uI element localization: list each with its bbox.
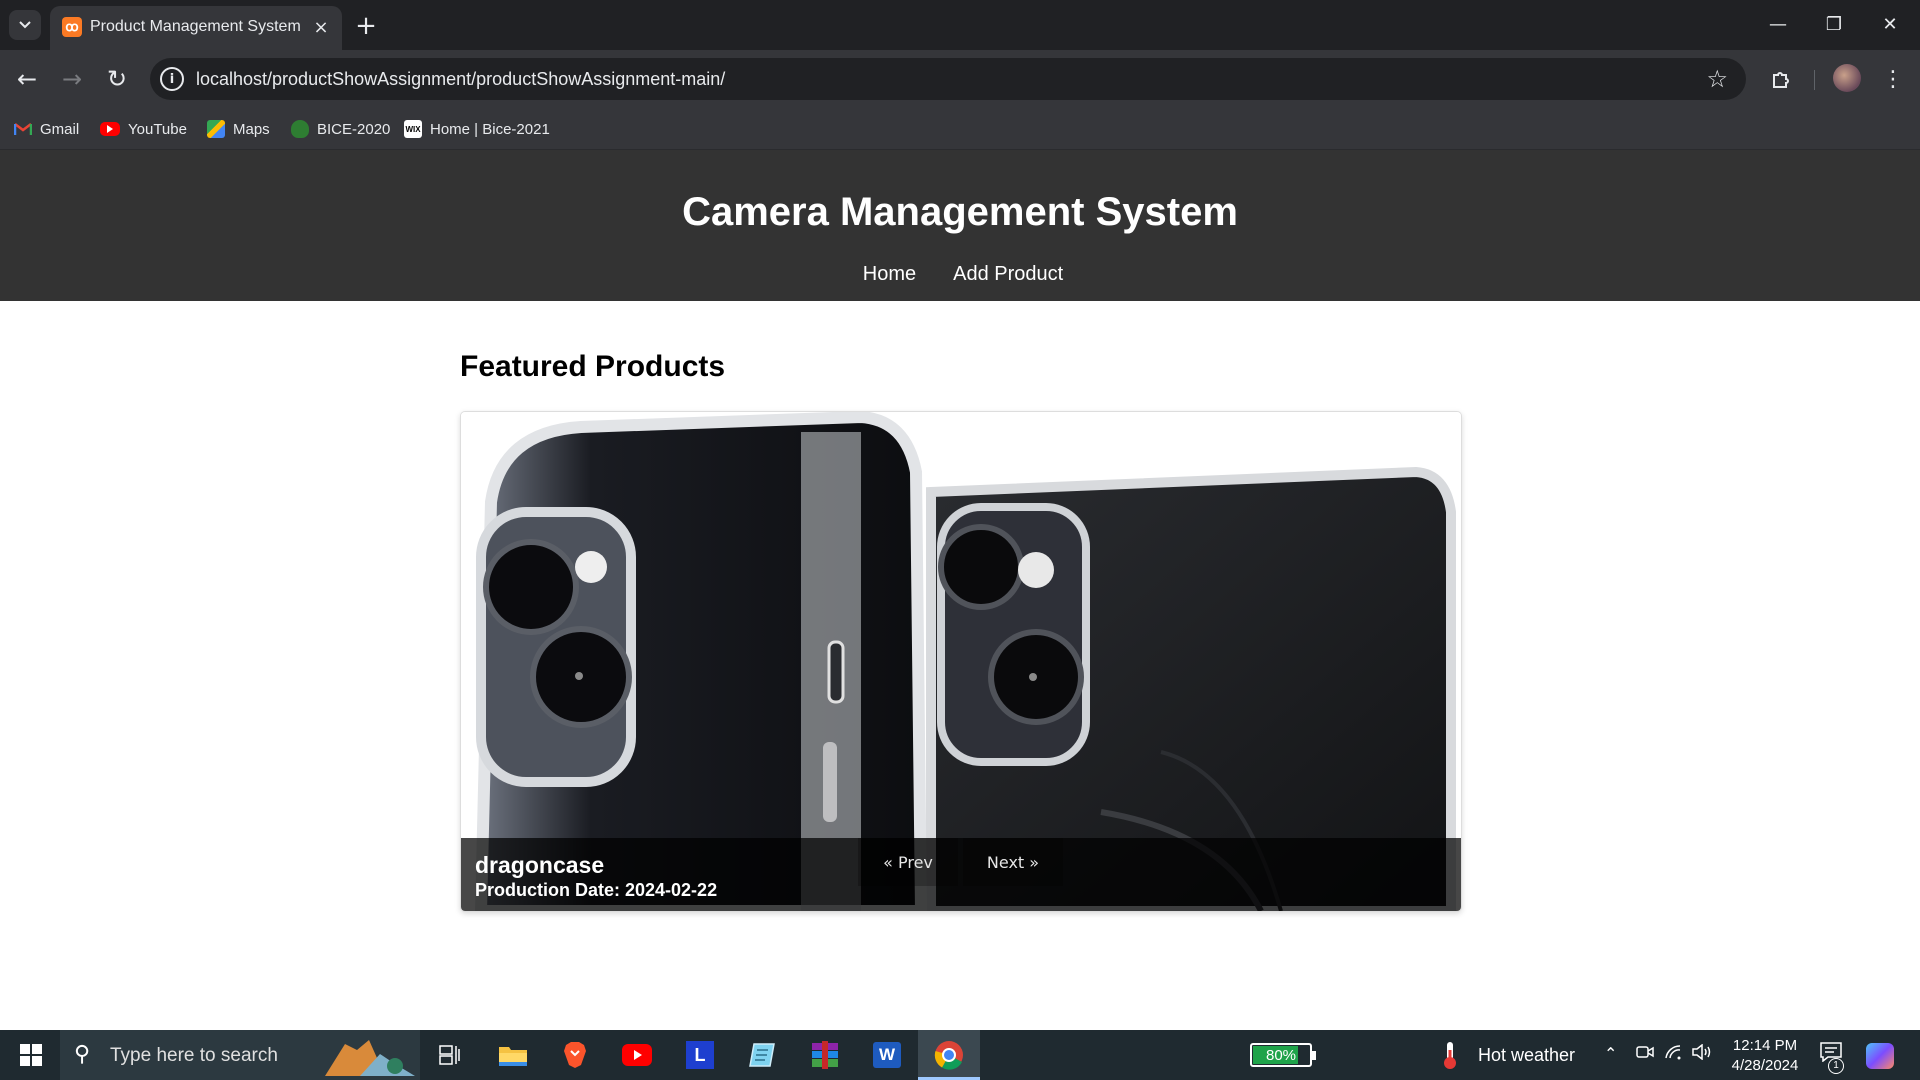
nav-add-product-link[interactable]: Add Product [947, 263, 1063, 286]
browser-toolbar: ← → ↻ i localhost/productShowAssignment/… [0, 50, 1920, 108]
slide-caption: dragoncase Production Date: 2024-02-22 «… [461, 838, 1461, 911]
production-date: Production Date: 2024-02-22 [475, 880, 718, 900]
thermometer-icon[interactable] [1440, 1040, 1460, 1070]
word-icon[interactable]: W [867, 1038, 907, 1072]
wifi-icon[interactable] [1664, 1044, 1682, 1064]
new-tab-button[interactable]: + [352, 11, 380, 41]
address-bar[interactable]: i localhost/productShowAssignment/produc… [150, 58, 1746, 100]
task-view-icon[interactable] [430, 1038, 470, 1072]
clock-time: 12:14 PM [1732, 1037, 1798, 1054]
tab-search-button[interactable] [9, 10, 41, 40]
bookmark-youtube[interactable]: YouTube [100, 117, 187, 141]
gmail-icon [14, 120, 32, 138]
bookmark-label: BICE-2020 [317, 120, 391, 138]
bookmark-star-icon[interactable]: ☆ [1706, 65, 1728, 93]
browser-tab-bar: ꝏ Product Management System × + — ❐ ✕ [0, 0, 1920, 50]
profile-avatar[interactable] [1833, 64, 1861, 92]
lightshot-icon[interactable]: L [680, 1038, 720, 1072]
reload-icon: ↻ [106, 65, 128, 93]
bookmark-label: YouTube [128, 120, 187, 138]
next-button[interactable]: Next » [963, 838, 1063, 886]
bookmark-label: Maps [233, 120, 270, 138]
notepad-icon[interactable] [742, 1038, 782, 1072]
tab-title: Product Management System [90, 18, 301, 35]
bookmark-bice-2021[interactable]: WIX Home | Bice-2021 [404, 117, 550, 141]
brave-icon[interactable] [555, 1038, 595, 1072]
volume-icon[interactable] [1692, 1043, 1712, 1064]
bookmark-label: Home | Bice-2021 [430, 120, 550, 138]
browser-tab[interactable]: ꝏ Product Management System × [50, 6, 342, 50]
winrar-icon[interactable] [805, 1038, 845, 1072]
product-image [461, 412, 1461, 911]
reload-button[interactable]: ↻ [100, 62, 134, 96]
site-info-icon[interactable]: i [160, 67, 184, 91]
forward-button[interactable]: → [55, 62, 89, 96]
bice-icon [291, 120, 309, 138]
youtube-icon [100, 122, 120, 136]
back-button[interactable]: ← [10, 62, 44, 96]
battery-tip [1312, 1051, 1316, 1060]
windows-start-icon[interactable] [10, 1040, 50, 1070]
taskbar-clock[interactable]: 12:14 PM 4/28/2024 [1720, 1036, 1810, 1076]
taskbar-search[interactable]: ⚲ Type here to search [60, 1030, 420, 1080]
notification-count: 1 [1828, 1058, 1844, 1074]
search-icon: ⚲ [74, 1042, 91, 1067]
arrow-right-icon: → [61, 65, 83, 93]
meet-now-icon[interactable] [1636, 1044, 1654, 1064]
battery-percent: 80% [1265, 1047, 1297, 1064]
close-tab-icon[interactable]: × [310, 16, 332, 38]
product-slider: dragoncase Production Date: 2024-02-22 «… [460, 411, 1462, 912]
bookmark-gmail[interactable]: Gmail [14, 117, 79, 141]
wix-icon: WIX [404, 120, 422, 138]
bookmarks-bar: Gmail YouTube Maps BICE-2020 WIX Home | … [0, 108, 1920, 150]
extensions-icon[interactable] [1766, 64, 1796, 94]
bookmark-label: Gmail [40, 120, 80, 138]
chevron-up-icon[interactable]: ⌃ [1604, 1044, 1617, 1063]
nav-home-link[interactable]: Home [857, 263, 916, 286]
chrome-icon[interactable] [929, 1038, 969, 1072]
search-highlight-icon [325, 1040, 415, 1076]
bookmark-maps[interactable]: Maps [207, 117, 270, 141]
site-title: Camera Management System [682, 190, 1238, 234]
battery-indicator[interactable]: 80% [1250, 1043, 1316, 1067]
copilot-icon[interactable] [1866, 1043, 1894, 1069]
url-text[interactable]: localhost/productShowAssignment/productS… [196, 69, 725, 90]
chevron-down-icon [19, 21, 31, 29]
taskbar: ⚲ Type here to search L W 80% Hot weathe… [0, 1030, 1920, 1080]
product-name: dragoncase [475, 852, 605, 878]
restore-button[interactable]: ❐ [1806, 6, 1862, 42]
close-window-button[interactable]: ✕ [1862, 6, 1918, 42]
minimize-button[interactable]: — [1750, 6, 1806, 42]
site-nav: Home Add Product [0, 263, 1920, 286]
xampp-icon: ꝏ [62, 17, 82, 37]
clock-date: 4/28/2024 [1731, 1057, 1799, 1074]
weather-text[interactable]: Hot weather [1478, 1045, 1575, 1066]
arrow-left-icon: ← [16, 65, 38, 93]
maps-icon [207, 120, 225, 138]
youtube-icon[interactable] [617, 1038, 657, 1072]
bookmark-bice-2020[interactable]: BICE-2020 [291, 117, 390, 141]
prev-button[interactable]: « Prev [858, 838, 958, 886]
section-title: Featured Products [460, 350, 726, 383]
file-explorer-icon[interactable] [493, 1038, 533, 1072]
search-placeholder: Type here to search [110, 1045, 278, 1066]
kebab-menu-icon[interactable]: ⋮ [1878, 64, 1908, 94]
toolbar-divider [1814, 70, 1815, 90]
site-header: Camera Management System Home Add Produc… [0, 150, 1920, 301]
